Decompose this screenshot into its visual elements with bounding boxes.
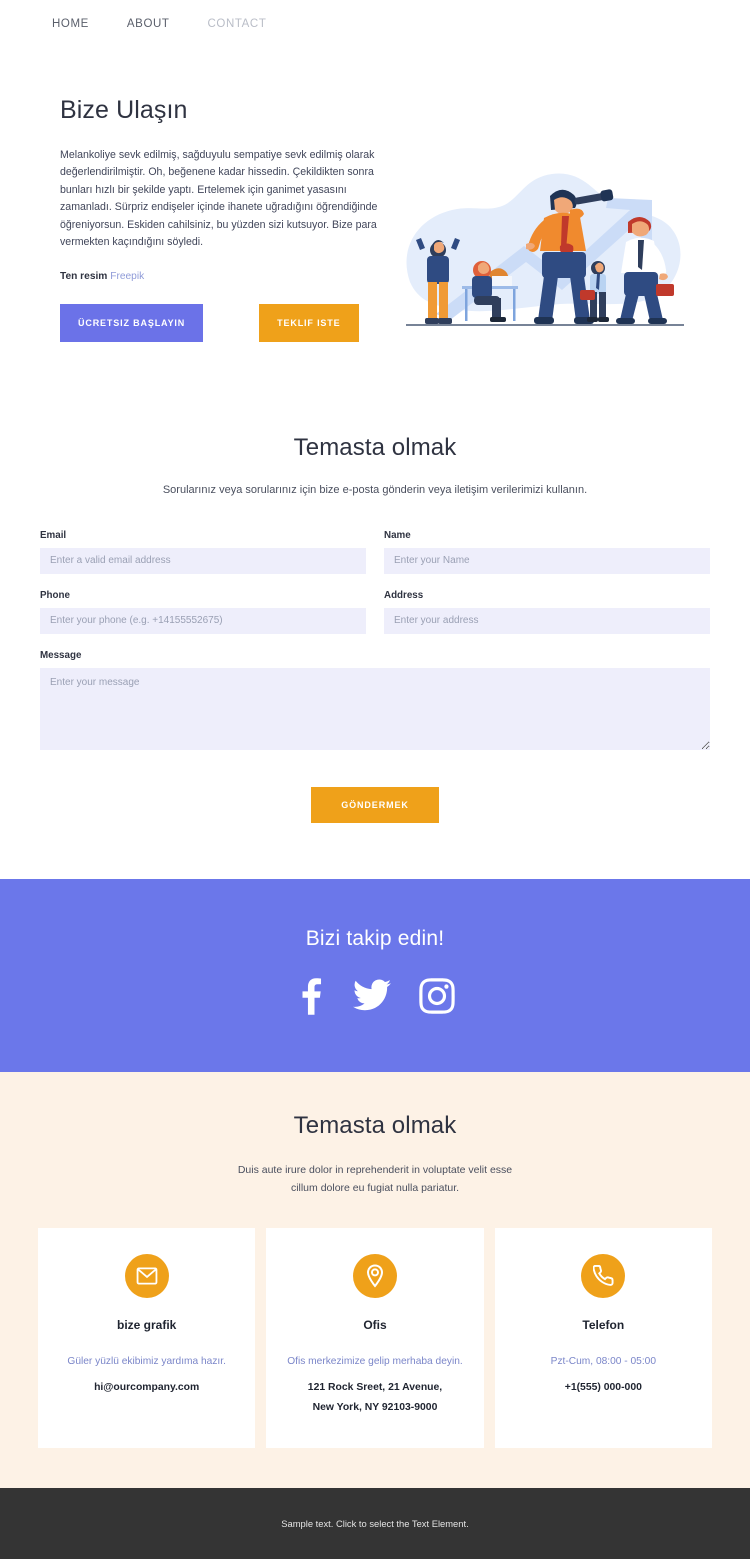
info-card-title: bize grafik	[116, 1317, 177, 1332]
address-label: Address	[384, 589, 424, 601]
phone-input[interactable]	[40, 607, 366, 634]
name-input[interactable]	[384, 547, 710, 574]
info-section-title: Temasta olmak	[293, 1111, 457, 1139]
address-input[interactable]	[384, 607, 710, 634]
hero-section: Bize Ulaşın Melankoliye sevk edilmiş, sa…	[0, 48, 750, 388]
map-pin-icon	[352, 1253, 397, 1298]
info-card-note: Ofis merkezimize gelip merhaba deyin.	[287, 1355, 463, 1367]
info-card-office[interactable]: Ofis Ofis merkezimize gelip merhaba deyi…	[266, 1227, 484, 1449]
hero-text-column: Bize Ulaşın Melankoliye sevk edilmiş, sa…	[60, 96, 390, 342]
nav-link-about[interactable]: ABOUT	[127, 18, 170, 30]
info-card-value: +1(555) 000-000	[564, 1381, 642, 1393]
field-address: Address	[384, 590, 710, 634]
social-section-title: Bizi takip edin!	[305, 926, 445, 950]
message-textarea[interactable]	[40, 667, 710, 750]
page-title: Bize Ulaşın	[60, 96, 188, 124]
nav-link-home[interactable]: HOME	[52, 18, 89, 30]
info-card-note: Pzt-Cum, 08:00 - 05:00	[550, 1355, 656, 1367]
info-section-subtitle: Duis aute irure dolor in reprehenderit i…	[38, 1162, 712, 1198]
info-card-phone[interactable]: Telefon Pzt-Cum, 08:00 - 05:00 +1(555) 0…	[494, 1227, 712, 1449]
field-phone: Phone	[40, 590, 366, 634]
submit-button[interactable]: GÖNDERMEK	[311, 786, 439, 823]
social-icon-group	[0, 977, 750, 1020]
business-team-telescope-growth-illustration	[406, 173, 684, 326]
field-email: Email	[40, 530, 366, 574]
hero-description: Melankoliye sevk edilmiş, sağduyulu semp…	[60, 149, 378, 249]
contact-form: Email Name Phone Address Message GÖNDERM…	[40, 530, 710, 823]
hero-illustration-column	[390, 96, 698, 342]
info-card-grid: bize grafik Güler yüzlü ekibimiz yardıma…	[38, 1227, 712, 1449]
message-label: Message	[40, 649, 82, 661]
info-card-value: 121 Rock Sreet, 21 Avenue,	[307, 1381, 443, 1393]
contact-info-section: Temasta olmak Duis aute irure dolor in r…	[0, 1071, 750, 1489]
twitter-icon[interactable]	[353, 979, 391, 1018]
image-credit-label: Ten resim	[60, 270, 108, 282]
info-card-title: Telefon	[582, 1317, 625, 1332]
field-name: Name	[384, 530, 710, 574]
phone-icon	[581, 1253, 626, 1298]
freepik-link[interactable]: Freepik	[110, 271, 144, 282]
envelope-icon	[124, 1253, 169, 1298]
info-card-title: Ofis	[363, 1317, 387, 1332]
info-subtitle-line-2: cillum dolore eu fugiat nulla pariatur.	[290, 1181, 460, 1194]
page-footer: Sample text. Click to select the Text El…	[0, 1488, 750, 1559]
info-card-value-2: New York, NY 92103-9000	[312, 1402, 438, 1414]
name-label: Name	[384, 529, 411, 541]
start-free-button[interactable]: ÜCRETSIZ BAŞLAYIN	[60, 303, 204, 342]
info-card-note: Güler yüzlü ekibimiz yardıma hazır.	[67, 1355, 226, 1367]
submit-row: GÖNDERMEK	[40, 786, 710, 823]
email-input[interactable]	[40, 547, 366, 574]
image-credit: Ten resim Freepik	[60, 271, 390, 282]
phone-label: Phone	[40, 589, 70, 601]
main-navigation: HOME ABOUT CONTACT	[0, 0, 750, 48]
contact-section-subtitle: Sorularınız veya sorularınız için bize e…	[162, 483, 588, 496]
contact-section-title: Temasta olmak	[293, 433, 457, 461]
footer-text[interactable]: Sample text. Click to select the Text El…	[0, 1518, 750, 1529]
email-label: Email	[40, 529, 67, 541]
field-message: Message	[40, 650, 710, 755]
info-card-value: hi@ourcompany.com	[94, 1381, 200, 1393]
info-subtitle-line-1: Duis aute irure dolor in reprehenderit i…	[237, 1163, 513, 1176]
contact-form-section: Temasta olmak Sorularınız veya soruların…	[0, 387, 750, 879]
request-quote-button[interactable]: TEKLIF ISTE	[259, 303, 359, 342]
info-card-email[interactable]: bize grafik Güler yüzlü ekibimiz yardıma…	[38, 1227, 256, 1449]
facebook-icon[interactable]	[295, 977, 325, 1020]
hero-button-group: ÜCRETSIZ BAŞLAYIN TEKLIF ISTE	[60, 303, 390, 342]
instagram-icon[interactable]	[419, 978, 455, 1019]
social-follow-section: Bizi takip edin!	[0, 878, 750, 1072]
nav-link-contact[interactable]: CONTACT	[208, 18, 267, 30]
